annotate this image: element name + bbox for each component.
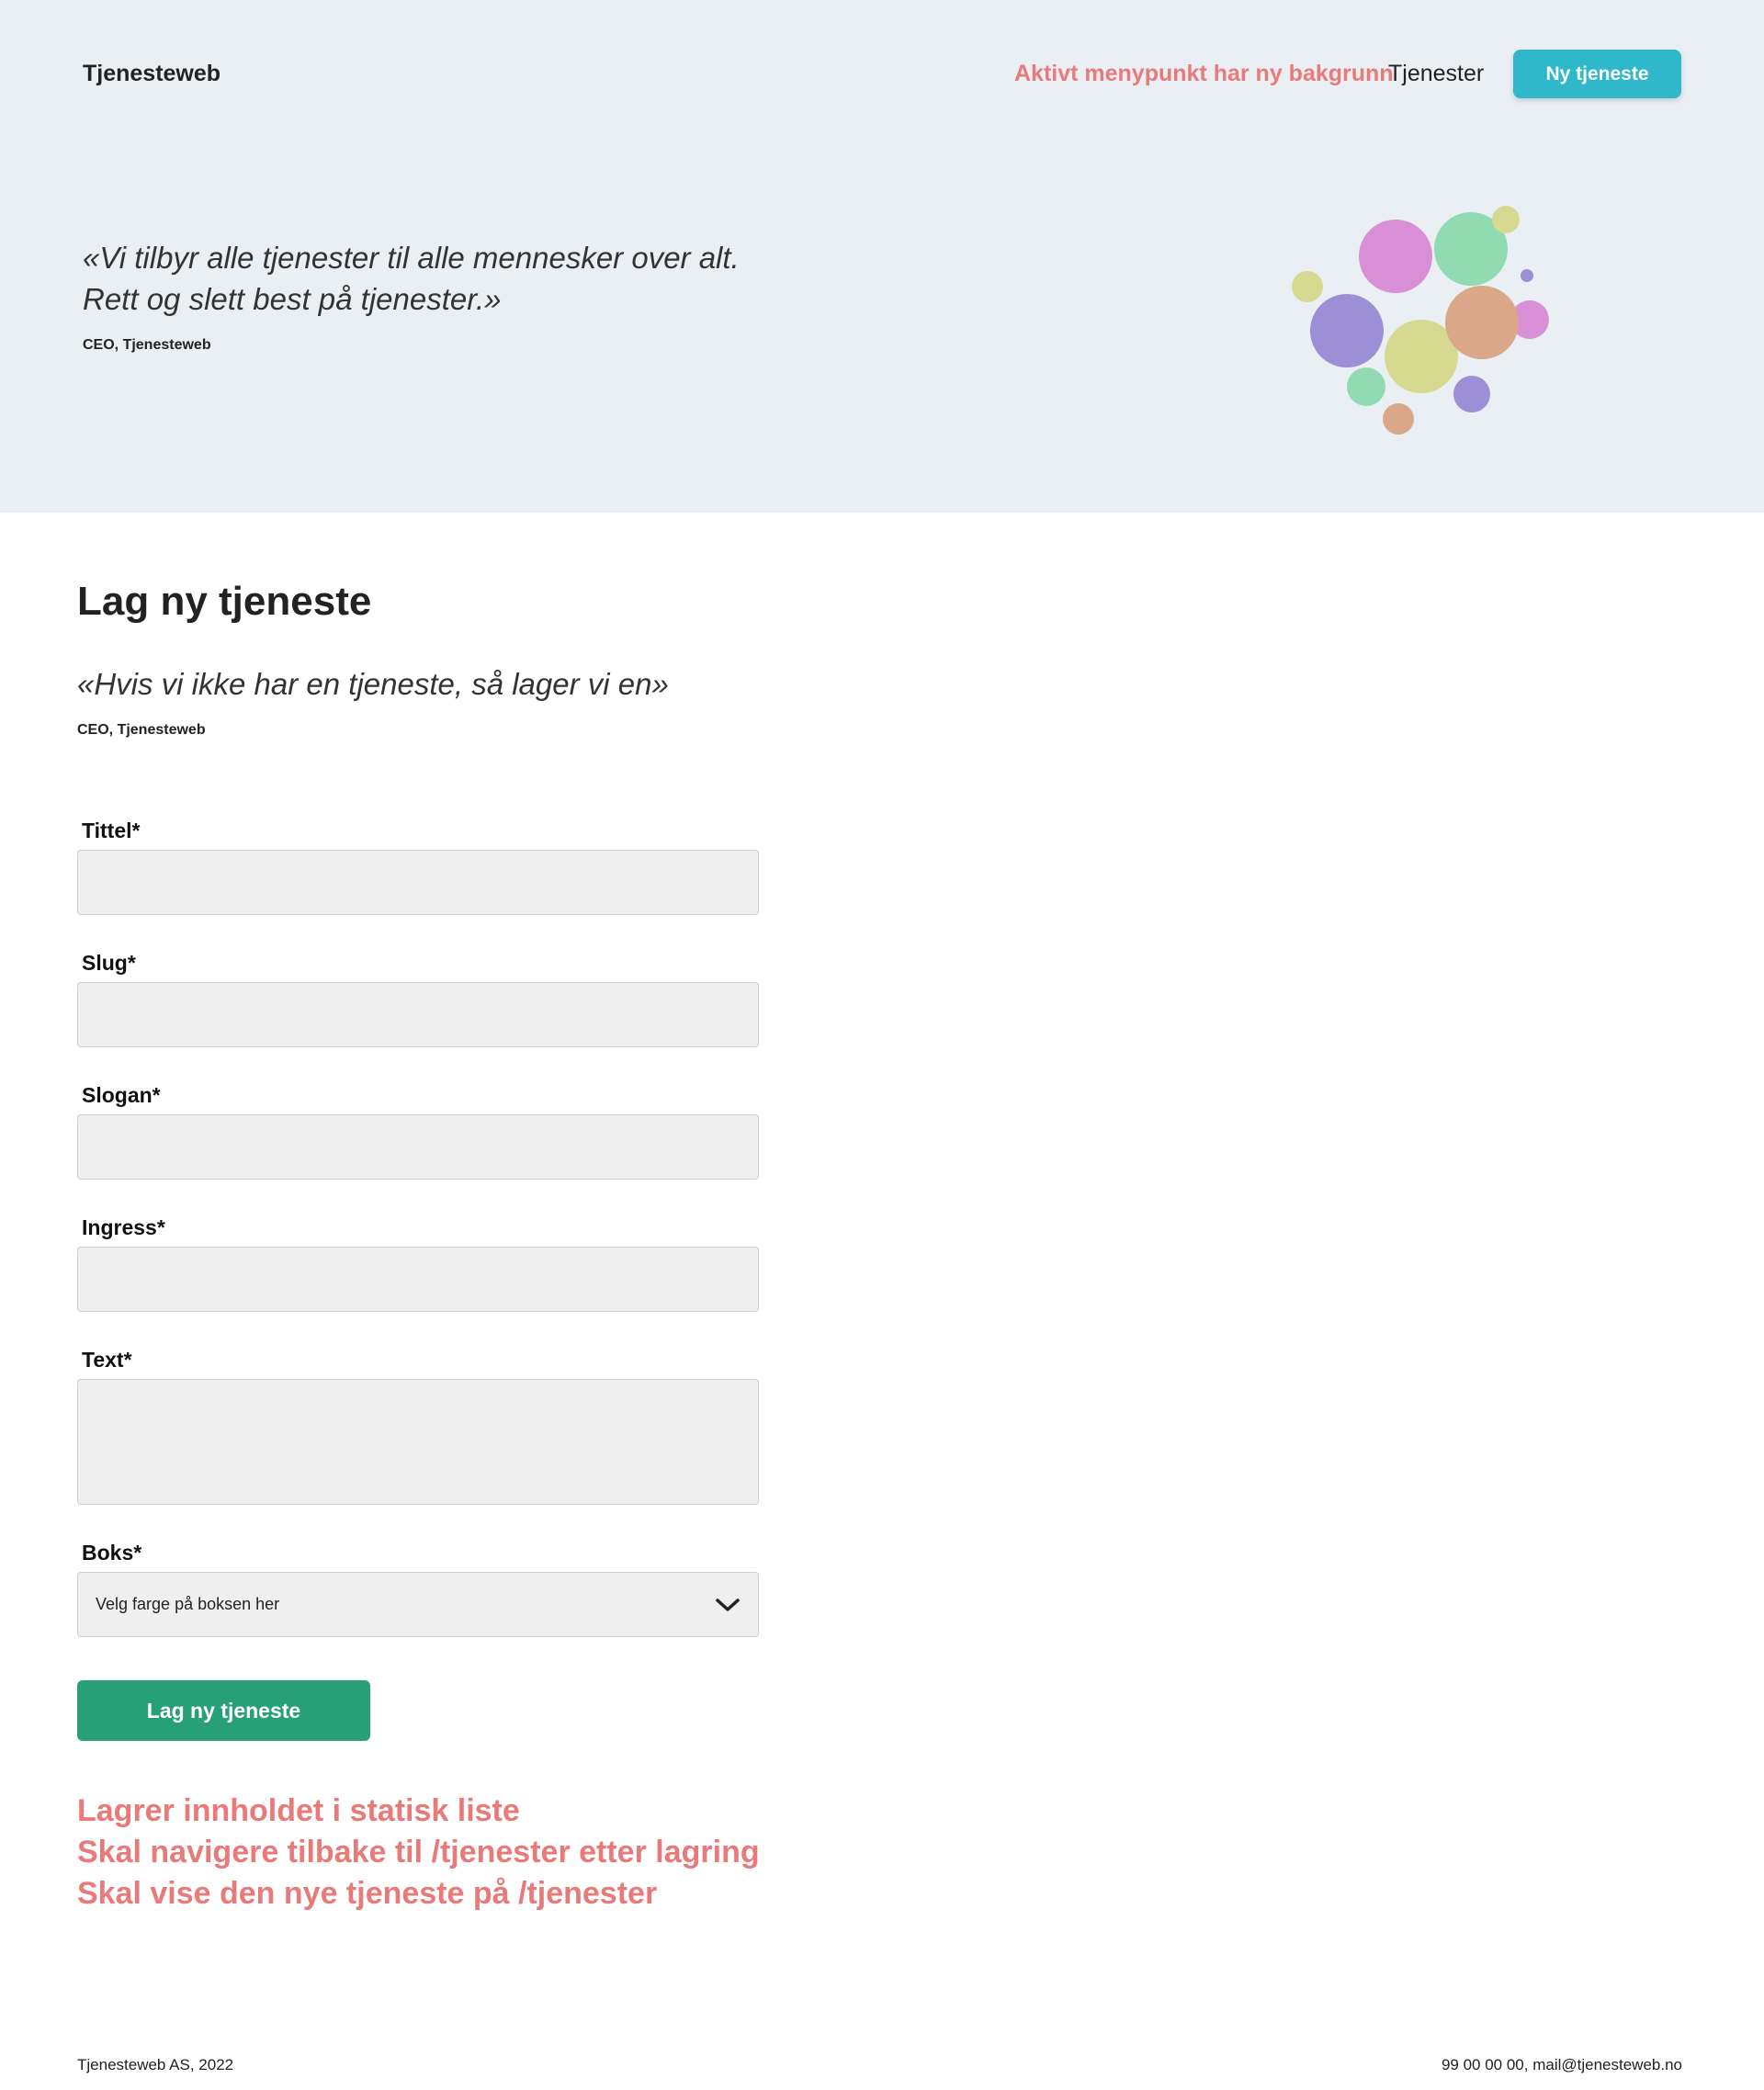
slogan-input[interactable] [77, 1114, 759, 1180]
dev-note: Lagrer innholdet i statisk liste [77, 1793, 520, 1828]
dev-note: Skal navigere tilbake til /tjenester ett… [77, 1835, 760, 1870]
bubbles-illustration [1292, 206, 1549, 435]
dev-note: Skal vise den nye tjeneste på /tjenester [77, 1876, 658, 1911]
hero-quote-line-2: Rett og slett best på tjenester.» [83, 282, 502, 316]
ingress-input[interactable] [77, 1247, 759, 1312]
create-service-button[interactable]: Lag ny tjeneste [77, 1680, 370, 1741]
text-textarea[interactable] [77, 1379, 759, 1505]
site-logo[interactable]: Tjenesteweb [83, 61, 220, 87]
box-color-select[interactable]: Velg farge på boksen her [77, 1572, 759, 1637]
new-service-button[interactable]: Ny tjeneste [1513, 50, 1681, 98]
dev-notes: Lagrer innholdet i statisk liste Skal na… [77, 1791, 760, 1915]
chevron-down-icon [716, 1599, 740, 1611]
bubble [1292, 271, 1323, 302]
title-input[interactable] [77, 850, 759, 915]
slug-input[interactable] [77, 982, 759, 1047]
footer-contact: 99 00 00 00, mail@tjenesteweb.no [1441, 2056, 1682, 2073]
nav-item-services[interactable]: Tjenester [1388, 61, 1484, 87]
hero-quote: «Vi tilbyr alle tjenester til alle menne… [83, 237, 910, 320]
bubble [1445, 286, 1519, 359]
slug-label: Slug* [82, 951, 136, 975]
bubble [1310, 294, 1384, 367]
page-quote: «Hvis vi ikke har en tjeneste, så lager … [77, 667, 669, 701]
slogan-label: Slogan* [82, 1083, 161, 1107]
bubble [1383, 403, 1414, 435]
title-label: Tittel* [82, 819, 141, 842]
bubble [1453, 376, 1490, 412]
text-label: Text* [82, 1348, 132, 1372]
bubble [1492, 206, 1520, 233]
bubble [1359, 220, 1432, 293]
box-color-select-value: Velg farge på boksen her [96, 1595, 280, 1613]
page-title: Lag ny tjeneste [77, 579, 372, 624]
bubble [1521, 269, 1533, 282]
nav-item-active[interactable]: Aktivt menypunkt har ny bakgrunn [1014, 61, 1394, 87]
hero-section: Tjenesteweb Aktivt menypunkt har ny bakg… [0, 0, 1764, 513]
bubble [1347, 367, 1385, 406]
page-quote-author: CEO, Tjenesteweb [77, 722, 206, 738]
box-label: Boks* [82, 1541, 142, 1565]
ingress-label: Ingress* [82, 1215, 165, 1239]
hero-quote-line-1: «Vi tilbyr alle tjenester til alle menne… [83, 241, 740, 275]
hero-quote-author: CEO, Tjenesteweb [83, 337, 211, 353]
footer-copyright: Tjenesteweb AS, 2022 [77, 2056, 234, 2073]
